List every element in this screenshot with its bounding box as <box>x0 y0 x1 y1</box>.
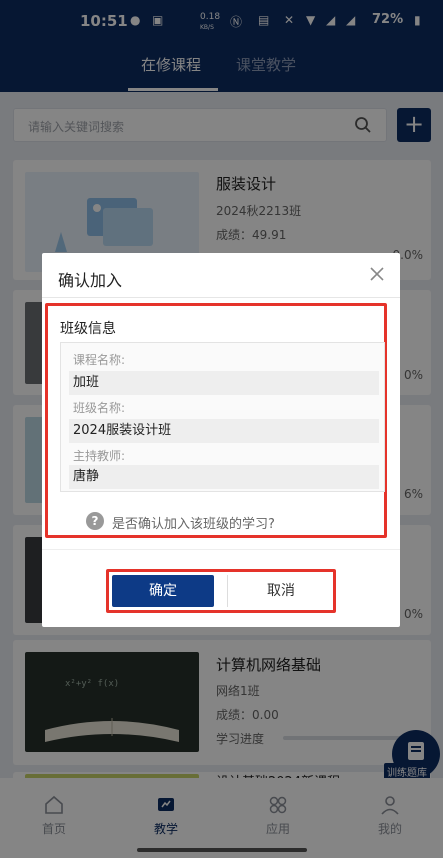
field-label-class: 班级名称: <box>73 401 126 415</box>
confirm-join-dialog: 确认加入 班级信息 课程名称: 加班 班级名称: 2024服装设计班 主持教师:… <box>42 253 400 627</box>
ok-button[interactable]: 确定 <box>112 575 214 607</box>
class-info-panel: 课程名称: 加班 班级名称: 2024服装设计班 主持教师: 唐静 <box>60 342 385 492</box>
confirm-text: 是否确认加入该班级的学习? <box>112 517 275 532</box>
field-value-class: 2024服装设计班 <box>69 419 379 443</box>
field-label-teacher: 主持教师: <box>73 449 126 463</box>
button-divider <box>227 575 228 607</box>
field-value-course: 加班 <box>69 371 379 395</box>
class-info-section: 班级信息 课程名称: 加班 班级名称: 2024服装设计班 主持教师: 唐静 <box>45 303 387 538</box>
divider <box>42 297 400 298</box>
close-icon[interactable] <box>368 265 386 283</box>
section-title: 班级信息 <box>60 321 116 337</box>
cancel-button[interactable]: 取消 <box>233 575 329 607</box>
confirm-question: ? 是否确认加入该班级的学习? <box>86 512 275 532</box>
question-icon: ? <box>86 512 104 530</box>
field-value-teacher: 唐静 <box>69 465 379 489</box>
dialog-title: 确认加入 <box>58 271 123 290</box>
field-label-course: 课程名称: <box>73 353 126 367</box>
divider <box>42 549 400 550</box>
action-buttons: 确定 取消 <box>106 569 336 613</box>
